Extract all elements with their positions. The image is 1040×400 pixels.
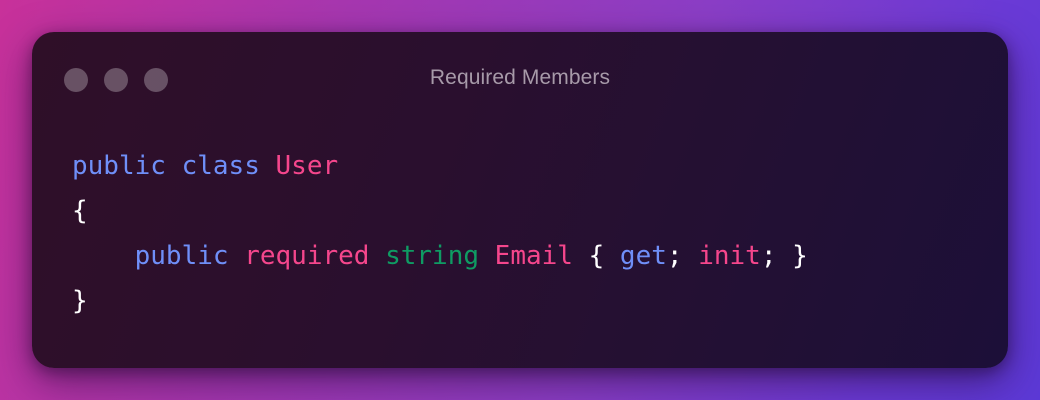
code-line-2: {: [72, 189, 808, 234]
type-string: string: [385, 241, 480, 271]
code-line-4: }: [72, 279, 808, 324]
semicolon: ;: [666, 241, 683, 271]
code-window: Required Members public class User { publ…: [32, 32, 1008, 368]
code-line-3: public required string Email { get; init…: [72, 234, 808, 279]
accessor-close-brace: }: [792, 241, 808, 271]
window-title: Required Members: [429, 66, 611, 89]
property-name: Email: [494, 241, 573, 271]
accessor-get: get: [619, 241, 667, 271]
accessor-init: init: [698, 241, 761, 271]
window-titlebar: Required Members: [32, 32, 1008, 128]
code-block: public class User { public required strin…: [72, 144, 808, 324]
keyword-public: public: [134, 241, 229, 271]
accessor-open-brace: {: [588, 241, 605, 271]
keyword-class: class: [181, 151, 260, 181]
close-brace: }: [72, 286, 88, 316]
keyword-public: public: [72, 151, 166, 181]
code-line-1: public class User: [72, 144, 808, 189]
class-name: User: [275, 151, 339, 181]
semicolon: ;: [760, 241, 777, 271]
keyword-required: required: [244, 241, 370, 271]
open-brace: {: [72, 196, 88, 226]
